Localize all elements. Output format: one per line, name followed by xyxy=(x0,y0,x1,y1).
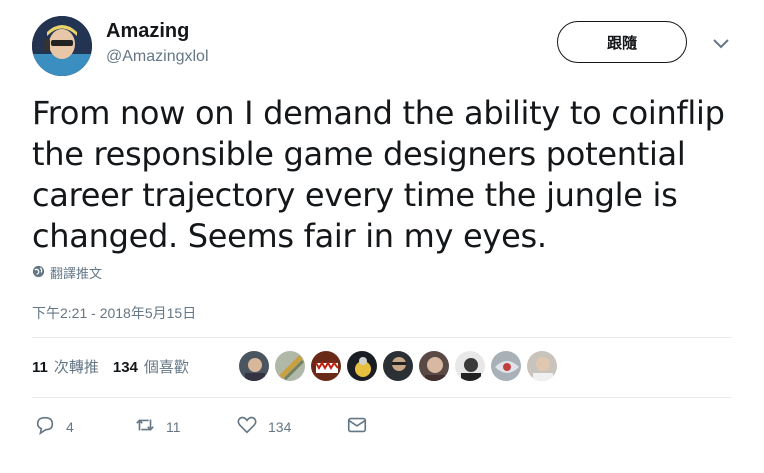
heart-icon xyxy=(236,414,258,439)
retweet-count: 11 xyxy=(166,418,181,435)
tweet-actions: 4 11 134 xyxy=(34,414,368,439)
tweet-stats: 11 次轉推 134 個喜歡 xyxy=(32,356,203,377)
likes-stat[interactable]: 134 個喜歡 xyxy=(113,356,189,377)
chevron-down-icon[interactable] xyxy=(711,36,731,50)
divider xyxy=(32,337,732,338)
liker-avatar[interactable] xyxy=(274,350,306,382)
liker-avatar[interactable] xyxy=(382,350,414,382)
like-count: 134 xyxy=(268,418,292,435)
liker-avatar[interactable] xyxy=(526,350,558,382)
translate-label: 翻譯推文 xyxy=(50,266,103,281)
globe-icon xyxy=(32,265,45,281)
liker-avatar[interactable] xyxy=(454,350,486,382)
translate-tweet-link[interactable]: 翻譯推文 xyxy=(32,263,102,282)
reply-button[interactable]: 4 xyxy=(34,414,134,439)
like-button[interactable]: 134 xyxy=(236,414,346,439)
reply-icon xyxy=(34,414,56,439)
retweet-icon xyxy=(134,414,156,439)
message-button[interactable] xyxy=(346,414,368,439)
author-avatar[interactable] xyxy=(32,16,92,76)
liker-avatars xyxy=(238,350,562,382)
liker-avatar[interactable] xyxy=(418,350,450,382)
author-name[interactable]: Amazing xyxy=(106,20,189,43)
tweet-text: From now on I demand the ability to coin… xyxy=(32,94,725,255)
liker-avatar[interactable] xyxy=(490,350,522,382)
timestamp[interactable]: 下午2:21 - 2018年5月15日 xyxy=(32,303,196,323)
retweet-button[interactable]: 11 xyxy=(134,414,236,439)
divider xyxy=(32,397,732,398)
reply-count: 4 xyxy=(66,418,74,435)
liker-avatar[interactable] xyxy=(310,350,342,382)
envelope-icon xyxy=(346,414,368,439)
liker-avatar[interactable] xyxy=(238,350,270,382)
follow-button[interactable]: 跟隨 xyxy=(557,21,687,63)
author-handle[interactable]: @Amazingxlol xyxy=(106,48,209,66)
liker-avatar[interactable] xyxy=(346,350,378,382)
retweets-stat[interactable]: 11 次轉推 xyxy=(32,356,99,377)
